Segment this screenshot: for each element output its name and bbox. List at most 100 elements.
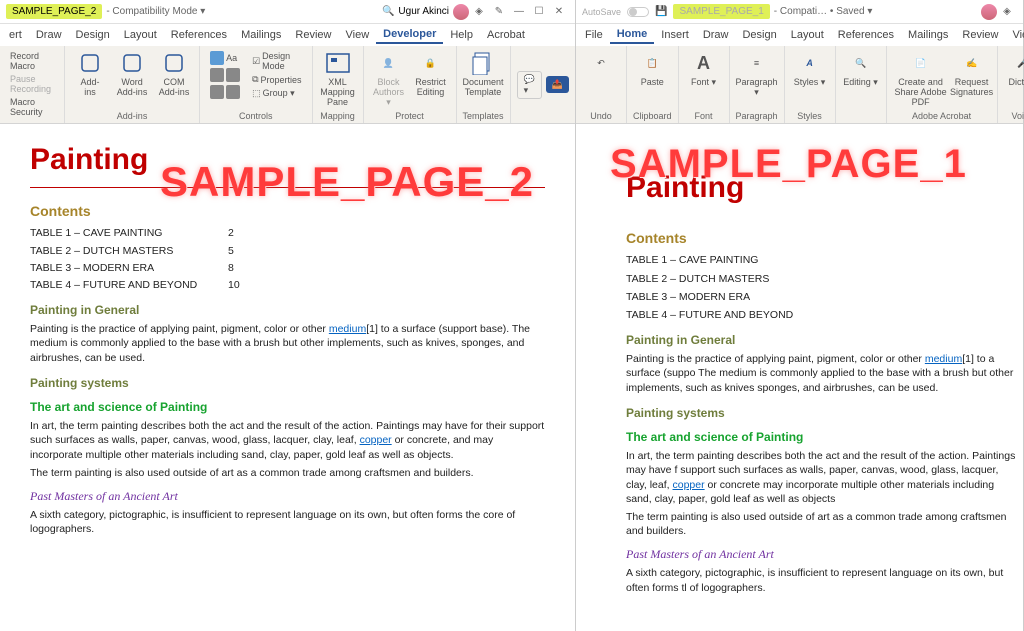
menu-home[interactable]: Home [610,26,655,44]
pen-icon[interactable]: ✎ [489,3,509,21]
doc-template[interactable]: Document Template [464,50,502,98]
record-macro[interactable]: Record Macro [6,50,58,72]
menu-developer[interactable]: Developer [376,26,443,44]
menu-view[interactable]: View [1005,27,1024,43]
p-term-r: The term painting is also used outside o… [626,510,1019,538]
menu-file[interactable]: File [578,27,610,43]
user-area[interactable]: Ugur Akinci [398,4,469,20]
menu-design[interactable]: Design [69,27,117,43]
group[interactable]: ⬚ Group ▾ [248,87,299,100]
menu-layout[interactable]: Layout [117,27,164,43]
menu-review[interactable]: Review [288,27,338,43]
save-icon[interactable]: 💾 [655,6,667,17]
properties[interactable]: ⧉ Properties [248,73,305,86]
addin-btn[interactable]: COMAdd-ins [155,50,193,98]
menu-references[interactable]: References [164,27,234,43]
doc-title-tag-r: SAMPLE_PAGE_1 [673,4,769,19]
macro-security[interactable]: Macro Security [6,96,58,118]
contents-heading-r: Contents [626,229,1019,248]
toc-row[interactable]: TABLE 3 – MODERN ERA8 [30,261,545,275]
font-label: Font [695,111,713,121]
adobe-sig[interactable]: ✍Request Signatures [953,50,991,98]
dictate-btn[interactable]: 🎤Dictate [1004,50,1024,88]
font-icon: A [691,50,717,76]
ribbon-right: ↶ Undo 📋Paste Clipboard AFont ▾ Font ≡Pa… [576,46,1023,124]
toc-row[interactable]: TABLE 3 – MODERN ERA [626,290,1019,304]
share-button[interactable]: 📤 [546,76,569,93]
autosave-toggle[interactable] [627,7,649,17]
addin-icon [119,50,145,76]
mic-icon: 🎤 [1010,50,1024,76]
addin-btn[interactable]: WordAdd-ins [113,50,151,98]
menu-mailings[interactable]: Mailings [234,27,288,43]
h-general: Painting in General [30,302,545,318]
menu-acrobat[interactable]: Acrobat [480,27,532,43]
toc-row[interactable]: TABLE 1 – CAVE PAINTING [626,253,1019,267]
toc-row[interactable]: TABLE 1 – CAVE PAINTING2 [30,226,545,240]
window-left: SAMPLE_PAGE_2 - Compatibility Mode ▾ 🔍 U… [0,0,576,631]
h-systems: Painting systems [30,375,545,391]
titlebar-right: AutoSave 💾 SAMPLE_PAGE_1 - Compati… • Sa… [576,0,1023,24]
para-label: Paragraph [736,111,778,121]
font-btn[interactable]: AFont ▾ [685,50,723,88]
doc-area-left[interactable]: SAMPLE_PAGE_2 Painting Contents TABLE 1 … [0,124,575,631]
copper-link-r[interactable]: copper [673,479,705,491]
block-icon: 👤 [376,50,402,76]
avatar-r[interactable] [981,4,997,20]
avatar [453,4,469,20]
menu-draw[interactable]: Draw [29,27,69,43]
clipboard-label: Clipboard [633,111,672,121]
adobe-sig-icon: ✍ [959,50,985,76]
menu-draw[interactable]: Draw [696,27,736,43]
comments-icon[interactable]: 💬 ▾ [517,71,542,99]
compat-mode-r[interactable]: - Compati… • Saved ▾ [774,6,873,17]
addin-btn[interactable]: Add-ins [71,50,109,98]
toc-row[interactable]: TABLE 2 – DUTCH MASTERS5 [30,244,545,258]
paragraph-btn[interactable]: ≡Paragraph ▾ [738,50,776,98]
menu-view[interactable]: View [339,27,377,43]
templates-label: Templates [463,111,504,121]
menu-layout[interactable]: Layout [784,27,831,43]
paste-btn[interactable]: 📋Paste [633,50,671,88]
xml-mapping[interactable]: XML Mapping Pane [319,50,357,108]
search-icon[interactable]: 🔍 [378,3,398,21]
user-name: Ugur Akinci [398,6,449,17]
p-general-r: Painting is the practice of applying pai… [626,352,1019,395]
diamond-icon-r[interactable]: ◈ [997,3,1017,21]
h-general-r: Painting in General [626,332,1019,348]
block-authors: 👤Block Authors ▾ [370,50,408,108]
undo-btn[interactable]: ↶ [582,50,620,76]
menu-insert[interactable]: Insert [654,27,696,43]
toc-row[interactable]: TABLE 4 – FUTURE AND BEYOND10 [30,278,545,292]
mapping-label: Mapping [320,111,355,121]
toc-row[interactable]: TABLE 2 – DUTCH MASTERS [626,272,1019,286]
doc-heading: Painting [30,140,545,188]
adobe-create[interactable]: 📄Create and Share Adobe PDF [893,50,949,108]
minimize-icon[interactable]: — [509,3,529,21]
design-mode[interactable]: ☑ Design Mode [248,50,305,72]
menu-review[interactable]: Review [955,27,1005,43]
styles-btn[interactable]: AStyles ▾ [791,50,829,88]
diamond-icon[interactable]: ◈ [469,3,489,21]
menu-design[interactable]: Design [735,27,783,43]
menu-help[interactable]: Help [443,27,480,43]
lock-icon: 🔒 [418,50,444,76]
template-icon [470,50,496,76]
close-icon[interactable]: ✕ [549,3,569,21]
menu-mailings[interactable]: Mailings [901,27,955,43]
doc-area-right[interactable]: SAMPLE_PAGE_1 Painting Contents TABLE 1 … [576,124,1023,631]
menu-references[interactable]: References [831,27,901,43]
titlebar-left: SAMPLE_PAGE_2 - Compatibility Mode ▾ 🔍 U… [0,0,575,24]
toc-row[interactable]: TABLE 4 – FUTURE AND BEYOND [626,308,1019,322]
copper-link[interactable]: copper [360,434,392,446]
maximize-icon[interactable]: ☐ [529,3,549,21]
menu-ert[interactable]: ert [2,27,29,43]
editing-btn[interactable]: 🔍Editing ▾ [842,50,880,88]
compat-mode[interactable]: - Compatibility Mode ▾ [106,6,205,17]
medium-link[interactable]: medium [329,323,366,335]
protect-label: Protect [395,111,424,121]
restrict-editing[interactable]: 🔒Restrict Editing [412,50,450,98]
medium-link-r[interactable]: medium [925,353,962,365]
p-sixth-r: A sixth category, pictographic, is insuf… [626,566,1019,594]
menubar-left: ertDrawDesignLayoutReferencesMailingsRev… [0,24,575,46]
